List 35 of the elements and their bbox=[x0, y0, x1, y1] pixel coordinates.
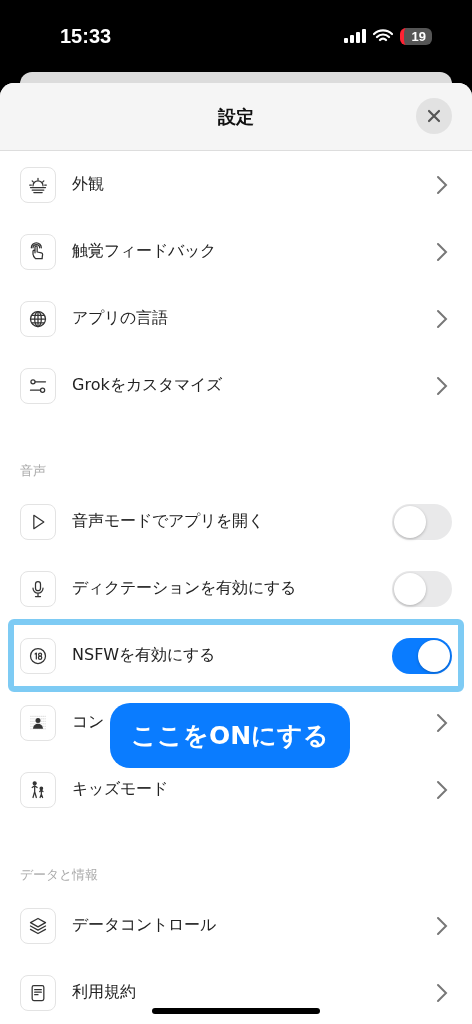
setting-label[interactable]: キッズモード bbox=[72, 779, 168, 800]
chevron-icon bbox=[436, 174, 448, 195]
setting-label[interactable]: Grokをカスタマイズ bbox=[72, 375, 222, 396]
sheet-title: 設定 bbox=[218, 104, 254, 129]
chevron-icon bbox=[436, 779, 448, 800]
age-rating-icon bbox=[28, 645, 48, 666]
section-header: 音声 bbox=[20, 462, 46, 480]
chevron-icon bbox=[436, 308, 448, 329]
layers-icon bbox=[28, 915, 48, 936]
close-button[interactable] bbox=[416, 98, 452, 134]
chevron-icon bbox=[436, 375, 448, 396]
setting-label[interactable]: 利用規約 bbox=[72, 982, 136, 1003]
chevron-icon bbox=[436, 241, 448, 262]
setting-label[interactable]: コン bbox=[72, 712, 104, 733]
section-header: データと情報 bbox=[20, 866, 98, 884]
wifi-icon bbox=[372, 29, 393, 43]
clock: 15:33 bbox=[60, 24, 112, 48]
setting-label[interactable]: 外観 bbox=[72, 174, 104, 195]
chevron-icon bbox=[436, 915, 448, 936]
setting-label[interactable]: ディクテーションを有効にする bbox=[72, 578, 296, 599]
callout-tooltip: ここをONにする bbox=[110, 703, 350, 768]
globe-icon bbox=[28, 308, 48, 329]
signal-icon bbox=[343, 29, 366, 43]
battery-level: 19 bbox=[399, 27, 432, 45]
chevron-icon bbox=[436, 982, 448, 1003]
close-icon bbox=[427, 109, 441, 123]
toggle-switch[interactable] bbox=[392, 637, 452, 674]
setting-label[interactable]: データコントロール bbox=[72, 915, 216, 936]
chevron-icon bbox=[436, 712, 448, 733]
toggle-switch[interactable] bbox=[392, 503, 452, 540]
setting-label[interactable]: 音声モードでアプリを開く bbox=[72, 511, 264, 532]
setting-label[interactable]: アプリの言語 bbox=[72, 308, 168, 329]
setting-label[interactable]: NSFWを有効にする bbox=[72, 645, 216, 666]
setting-label[interactable]: 触覚フィードバック bbox=[72, 241, 216, 262]
toggle-switch[interactable] bbox=[392, 570, 452, 607]
